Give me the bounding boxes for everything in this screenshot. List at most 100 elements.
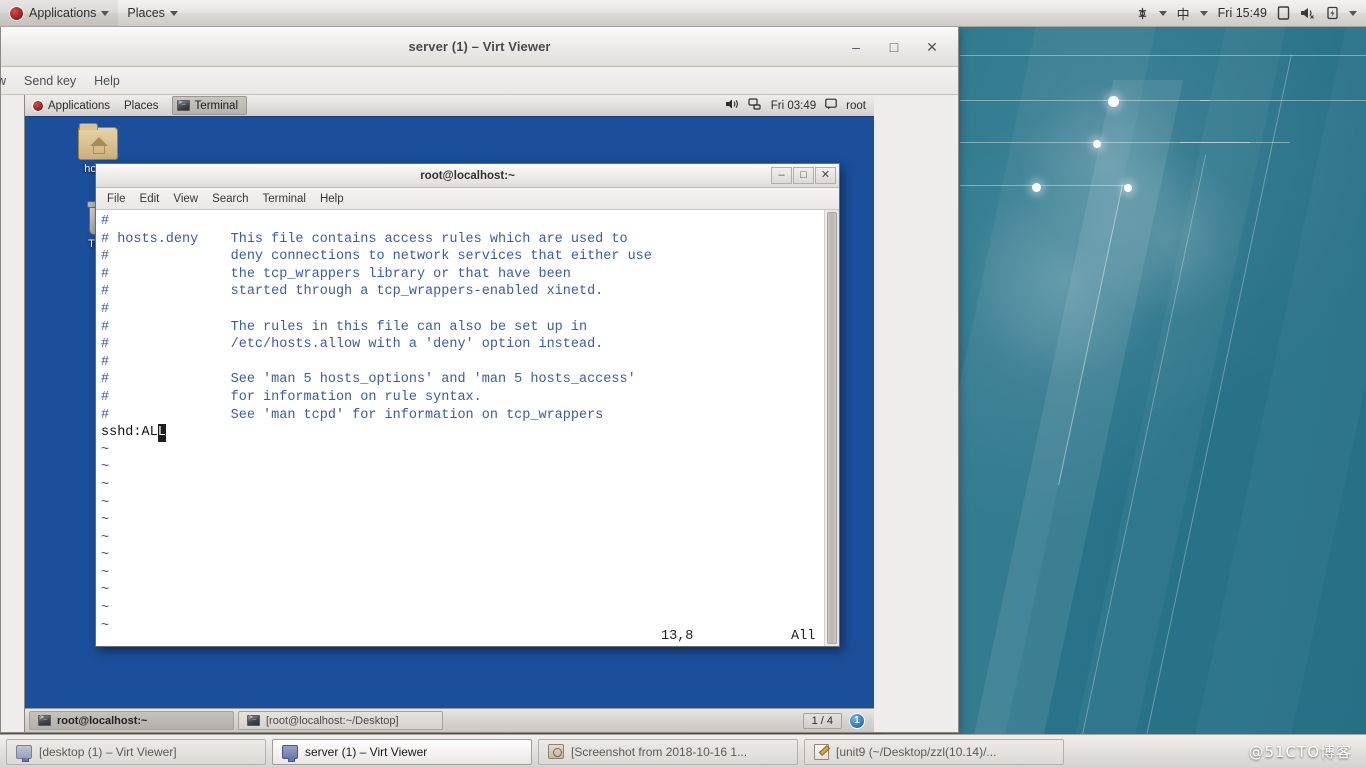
vim-line: # See 'man tcpd' for information on tcp_…: [101, 407, 604, 423]
virt-viewer-window: server (1) – Virt Viewer – □ ✕ w Send ke…: [0, 27, 959, 733]
outer-desktop: Applications Places 中 Fri 15:49 server (…: [0, 0, 1366, 768]
vim-cursor-position: 13,8: [661, 628, 694, 644]
menu-search[interactable]: Search: [205, 191, 255, 207]
menu-terminal[interactable]: Terminal: [256, 191, 313, 207]
close-button[interactable]: ✕: [924, 40, 940, 54]
terminal-body[interactable]: # # hosts.deny This file contains access …: [96, 210, 839, 646]
user-icon[interactable]: [825, 98, 837, 113]
vim-line: # See 'man 5 hosts_options' and 'man 5 h…: [101, 372, 636, 388]
vm-taskbar-item-desktop-terminal[interactable]: [root@localhost:~/Desktop]: [238, 711, 443, 730]
taskbar-item-unit9-document[interactable]: [unit9 (~/Desktop/zzl(10.14)/...: [804, 738, 1064, 765]
taskbar-item-label: [desktop (1) – Virt Viewer]: [39, 744, 177, 759]
maximize-button[interactable]: □: [886, 40, 902, 54]
vim-tilde-line: ~: [101, 530, 110, 546]
menu-send-key[interactable]: Send key: [15, 71, 85, 91]
minimize-button[interactable]: –: [771, 167, 792, 184]
places-menu-label: Places: [127, 6, 165, 20]
taskbar-item-label: [unit9 (~/Desktop/zzl(10.14)/...: [836, 744, 997, 759]
virt-viewer-titlebar[interactable]: server (1) – Virt Viewer – □ ✕: [1, 27, 958, 67]
battery-charging-icon[interactable]: [1326, 6, 1339, 20]
network-icon[interactable]: [1136, 7, 1149, 20]
vim-edit-line-text: sshd:AL: [101, 425, 158, 441]
vm-taskbar-item-label: [root@localhost:~/Desktop]: [266, 714, 399, 727]
text-editor-icon: [814, 743, 829, 760]
vm-bottom-panel: root@localhost:~ [root@localhost:~/Deskt…: [25, 708, 874, 732]
vim-line: #: [101, 214, 110, 229]
vim-line: #: [101, 301, 110, 317]
maximize-button[interactable]: □: [793, 167, 814, 184]
vim-scroll-indicator: All: [791, 628, 816, 644]
menu-view[interactable]: w: [0, 71, 15, 91]
volume-icon[interactable]: [725, 98, 739, 113]
input-method-label[interactable]: 中: [1177, 4, 1190, 23]
vm-user-label[interactable]: root: [846, 100, 866, 112]
places-menu[interactable]: Places: [118, 0, 187, 26]
terminal-window-controls: – □ ✕: [770, 167, 839, 184]
menu-edit[interactable]: Edit: [133, 191, 167, 207]
volume-muted-icon[interactable]: [1300, 6, 1316, 20]
vim-tilde-line: ~: [101, 460, 110, 476]
terminal-window: root@localhost:~ – □ ✕ File Edit View Se…: [95, 163, 840, 647]
vm-taskbar-item-label: root@localhost:~: [57, 714, 148, 727]
vm-clock[interactable]: Fri 03:49: [771, 100, 816, 112]
vim-tilde-line: ~: [101, 548, 110, 564]
terminal-titlebar[interactable]: root@localhost:~ – □ ✕: [96, 164, 839, 188]
terminal-menubar: File Edit View Search Terminal Help: [96, 188, 839, 210]
vm-bottom-panel-tray: 1 / 4 1: [802, 712, 870, 729]
menu-file[interactable]: File: [100, 191, 133, 207]
chevron-down-icon[interactable]: [1199, 10, 1208, 16]
terminal-icon: [247, 714, 260, 726]
vm-window-button-terminal[interactable]: Terminal: [171, 96, 248, 115]
taskbar-item-label: server (1) – Virt Viewer: [305, 744, 428, 759]
vim-line: # started through a tcp_wrappers-enabled…: [101, 284, 604, 300]
vim-tilde-line: ~: [101, 442, 110, 458]
vim-tilde-line: ~: [101, 513, 110, 529]
menu-help[interactable]: Help: [313, 191, 351, 207]
terminal-icon: [38, 714, 51, 726]
vim-editor-buffer[interactable]: # # hosts.deny This file contains access …: [96, 210, 824, 646]
vm-places-menu[interactable]: Places: [117, 95, 166, 116]
close-button[interactable]: ✕: [815, 167, 836, 184]
display-icon[interactable]: [1277, 6, 1290, 20]
taskbar-item-server-virt-viewer[interactable]: server (1) – Virt Viewer: [272, 738, 532, 765]
vm-guest-screen: Applications Places Terminal Fri 03: [24, 95, 874, 732]
network-icon[interactable]: [748, 98, 762, 113]
screenshot-icon: [548, 744, 564, 759]
notification-badge[interactable]: 1: [849, 712, 865, 729]
vim-line: # for information on rule syntax.: [101, 389, 482, 405]
outer-clock[interactable]: Fri 15:49: [1218, 6, 1267, 20]
menu-help[interactable]: Help: [85, 71, 129, 91]
vim-edit-line: sshd:ALL: [101, 424, 824, 442]
outer-top-panel: Applications Places 中 Fri 15:49: [0, 0, 1366, 27]
terminal-title: root@localhost:~: [420, 169, 515, 182]
vim-tilde-line: ~: [101, 565, 110, 581]
taskbar-item-desktop-virt-viewer[interactable]: [desktop (1) – Virt Viewer]: [6, 738, 266, 765]
vim-tilde-line: ~: [101, 477, 110, 493]
vim-line: # hosts.deny This file contains access r…: [101, 231, 628, 247]
vim-line: # the tcp_wrappers library or that have …: [101, 266, 571, 282]
chevron-down-icon[interactable]: [1349, 10, 1357, 16]
vm-top-panel: Applications Places Terminal Fri 03: [25, 95, 874, 117]
chevron-down-icon: [101, 10, 110, 16]
chevron-down-icon[interactable]: [1158, 10, 1167, 16]
vim-status-line: 13,8 All: [96, 626, 823, 646]
vm-places-label: Places: [124, 99, 159, 112]
vim-line: # deny connections to network services t…: [101, 249, 652, 265]
outer-bottom-panel: [desktop (1) – Virt Viewer] server (1) –…: [0, 734, 1366, 768]
vim-tilde-line: ~: [101, 601, 110, 617]
vm-applications-label: Applications: [48, 99, 111, 112]
vim-line: # The rules in this file can also be set…: [101, 319, 588, 335]
vim-cursor: L: [157, 424, 166, 442]
menu-view[interactable]: View: [166, 191, 205, 207]
monitor-icon: [282, 744, 298, 762]
terminal-scrollbar[interactable]: [824, 210, 839, 646]
workspace-switcher[interactable]: 1 / 4: [802, 712, 842, 729]
minimize-button[interactable]: –: [848, 40, 864, 54]
virt-viewer-menubar: w Send key Help: [0, 67, 958, 95]
applications-menu[interactable]: Applications: [0, 0, 119, 26]
vm-applications-menu[interactable]: Applications: [25, 95, 117, 116]
taskbar-item-screenshot[interactable]: [Screenshot from 2018-10-16 1...: [538, 738, 798, 765]
monitor-icon: [16, 744, 32, 762]
terminal-scrollbar-thumb[interactable]: [827, 212, 837, 644]
vm-taskbar-item-terminal[interactable]: root@localhost:~: [29, 711, 234, 730]
